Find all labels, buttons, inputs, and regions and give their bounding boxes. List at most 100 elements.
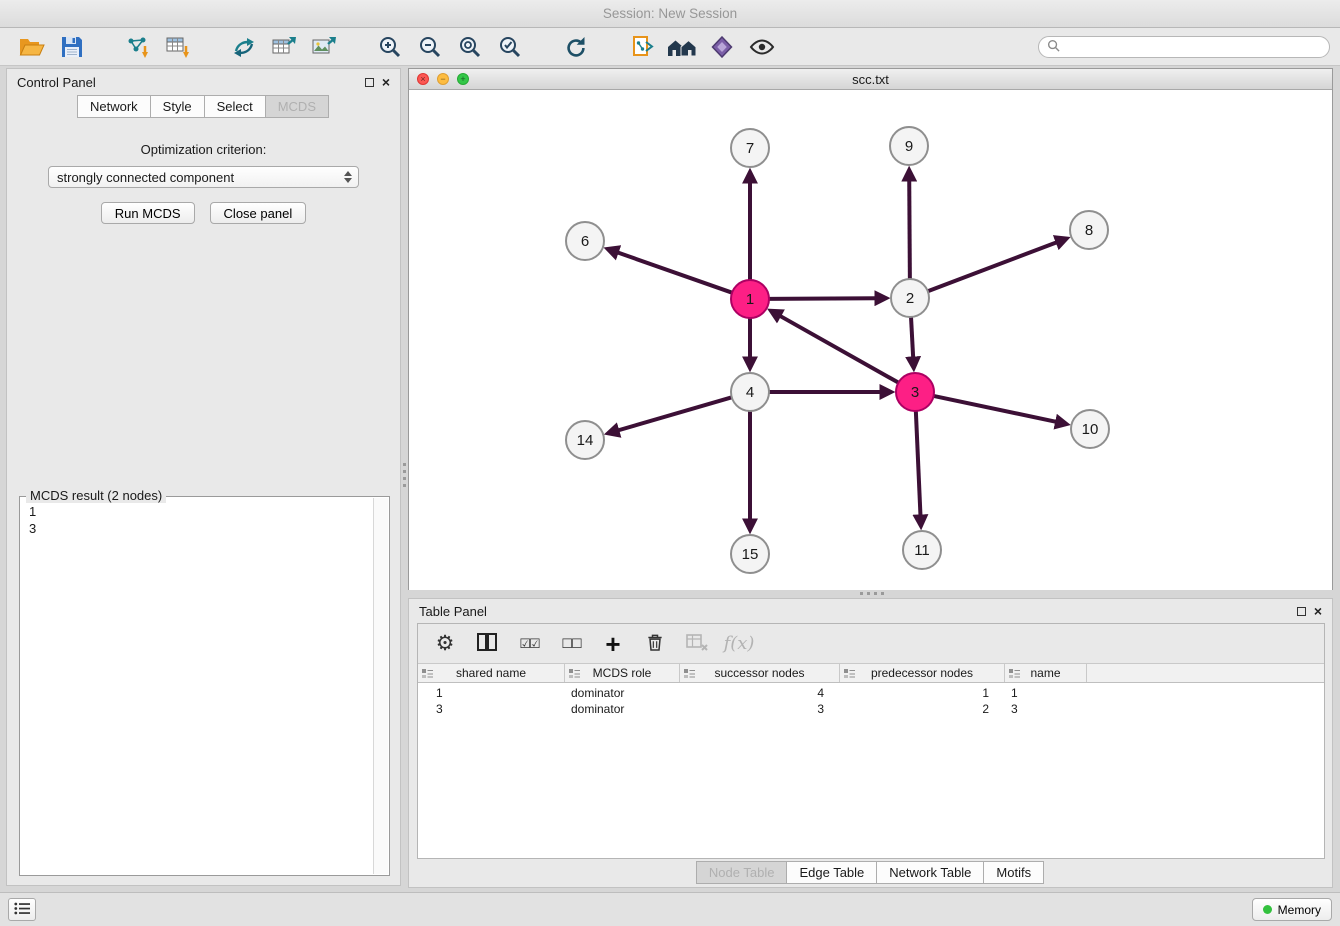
zoom-selected-icon [498,35,522,59]
table-panel: Table Panel × ⚙ ☑☑ ☐☐ + f(x) shared name… [408,598,1333,888]
result-line: 3 [29,520,365,537]
graph-node-label: 3 [911,384,919,401]
network-graph-canvas[interactable]: 7968124314101511 [409,90,1332,590]
close-panel-icon[interactable]: × [382,77,390,87]
refresh-layout-button[interactable] [556,31,596,63]
network-share-button[interactable] [224,31,264,63]
graph-edge-2-8[interactable] [928,242,1057,291]
table-row[interactable]: 3dominator323 [418,701,1324,717]
graph-node-label: 2 [906,290,914,307]
graph-edge-1-2[interactable] [769,298,876,299]
column-header-name[interactable]: name [1005,664,1087,682]
import-table-icon [166,36,190,58]
tab-motifs[interactable]: Motifs [983,861,1044,884]
copy-network-icon [630,35,654,59]
criterion-value: strongly connected component [57,170,234,185]
tab-mcds[interactable]: MCDS [265,95,329,118]
run-mcds-button[interactable]: Run MCDS [101,202,195,224]
tab-node-table[interactable]: Node Table [696,861,788,884]
delete-table-button[interactable] [680,627,714,661]
memory-label: Memory [1278,903,1321,917]
memory-button[interactable]: Memory [1252,898,1332,921]
column-header-shared-name[interactable]: shared name [418,664,565,682]
column-header-predecessor-nodes[interactable]: predecessor nodes [840,664,1005,682]
toolbar-group-view [622,31,782,63]
zoom-out-button[interactable] [410,31,450,63]
zoom-out-icon [418,35,442,59]
column-header-label: predecessor nodes [871,666,973,680]
table-panel-body: ⚙ ☑☑ ☐☐ + f(x) shared name MCDS role succe… [417,623,1325,859]
import-table-button[interactable] [158,31,198,63]
open-session-button[interactable] [12,31,52,63]
select-all-icon: ☑☑ [519,636,538,652]
close-panel-button[interactable]: Close panel [210,202,307,224]
toolbar-group-import [118,31,198,63]
zoom-selected-button[interactable] [490,31,530,63]
result-scrollbar[interactable] [373,498,388,874]
apply-style-button[interactable] [702,31,742,63]
control-panel-title: Control Panel [17,75,96,90]
save-session-button[interactable] [52,31,92,63]
export-table-button[interactable] [264,31,304,63]
tab-network-table[interactable]: Network Table [876,861,984,884]
import-network-icon [126,36,150,58]
close-table-panel-icon[interactable]: × [1314,606,1322,616]
float-table-panel-icon[interactable] [1297,607,1306,616]
column-header-label: MCDS role [593,666,652,680]
column-header-MCDS-role[interactable]: MCDS role [565,664,680,682]
graph-node-label: 14 [577,432,594,449]
graph-edge-2-3[interactable] [911,317,913,358]
delete-column-button[interactable] [638,627,672,661]
graph-edge-3-1[interactable] [780,316,899,383]
table-settings-button[interactable]: ⚙ [428,627,462,661]
sort-icon [684,668,695,682]
sort-icon [422,668,433,682]
deselect-all-columns-button[interactable]: ☐☐ [554,627,588,661]
status-bar: Memory [0,892,1340,926]
graph-node-label: 4 [746,384,754,401]
apply-function-button[interactable]: f(x) [722,627,756,661]
graph-edge-1-6[interactable] [617,252,732,292]
float-panel-icon[interactable] [365,78,374,87]
horizontal-splitter[interactable] [408,590,1333,598]
graph-edge-2-9[interactable] [909,180,910,279]
table-cell: dominator [565,685,680,701]
criterion-dropdown[interactable]: strongly connected component [48,166,359,188]
show-columns-button[interactable] [470,627,504,661]
search-input[interactable] [1065,40,1321,54]
table-cell: 4 [680,685,840,701]
tab-edge-table[interactable]: Edge Table [786,861,877,884]
home-button[interactable] [662,31,702,63]
mcds-result-list: 13 [21,498,373,874]
save-icon [61,36,83,58]
export-image-button[interactable] [304,31,344,63]
tab-style[interactable]: Style [150,95,205,118]
gear-icon: ⚙ [436,631,455,656]
copy-network-button[interactable] [622,31,662,63]
zoom-fit-button[interactable] [450,31,490,63]
import-network-button[interactable] [118,31,158,63]
add-column-button[interactable]: + [596,627,630,661]
search-box[interactable] [1038,36,1330,58]
table-row[interactable]: 1dominator411 [418,685,1324,701]
graph-edge-3-11[interactable] [916,411,921,516]
tab-network[interactable]: Network [77,95,151,118]
show-details-button[interactable] [742,31,782,63]
zoom-in-button[interactable] [370,31,410,63]
toolbar-group-layout [556,31,596,63]
select-all-columns-button[interactable]: ☑☑ [512,627,546,661]
column-header-successor-nodes[interactable]: successor nodes [680,664,840,682]
table-header-row: shared name MCDS role successor nodes prede… [418,664,1324,683]
graph-node-label: 15 [742,546,759,563]
graph-node-label: 8 [1085,222,1093,239]
status-list-button[interactable] [8,898,36,921]
toolbar-group-file [12,31,92,63]
home-icon [667,36,697,58]
vertical-splitter[interactable] [401,68,408,886]
graph-node-label: 10 [1082,421,1099,438]
graph-edge-3-10[interactable] [934,396,1057,422]
graph-edge-4-14[interactable] [618,397,732,430]
memory-status-dot [1263,905,1272,914]
table-cell: 1 [418,685,565,701]
tab-select[interactable]: Select [204,95,266,118]
